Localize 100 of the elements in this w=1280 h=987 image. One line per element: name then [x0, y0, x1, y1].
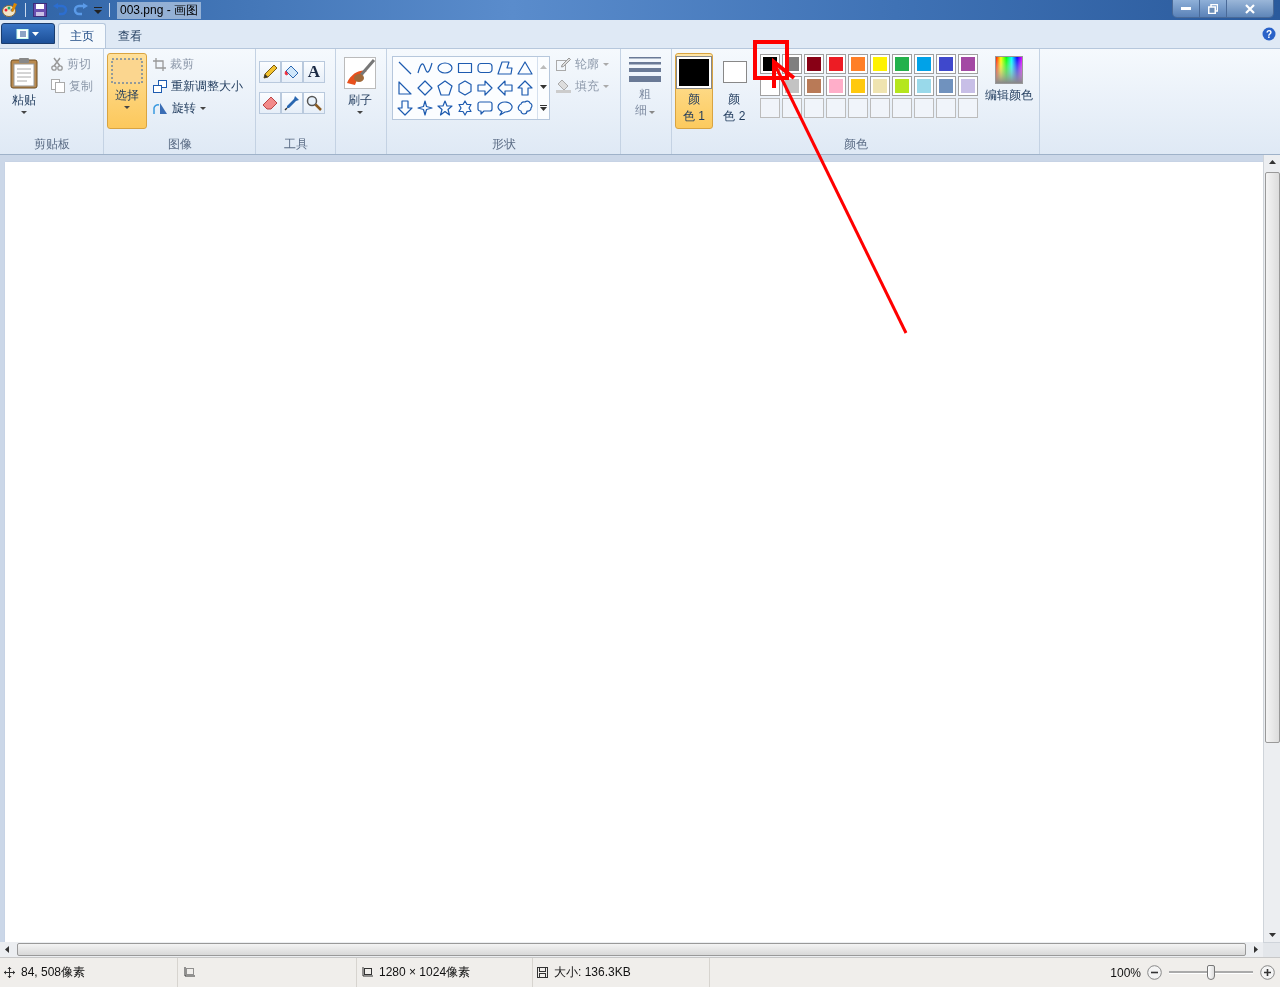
caret-icon: [200, 106, 206, 110]
eyedropper-icon: [284, 95, 300, 111]
polygon-icon[interactable]: [497, 60, 513, 76]
palette-color-swatch[interactable]: [870, 76, 890, 96]
scroll-down-icon[interactable]: [1268, 933, 1276, 937]
palette-color-swatch[interactable]: [958, 76, 978, 96]
cursor-position: 84, 508像素: [21, 964, 86, 981]
palette-color-swatch[interactable]: [892, 54, 912, 74]
speech-bubble-icon[interactable]: [477, 100, 493, 116]
custom-color-slot[interactable]: [936, 98, 956, 118]
horizontal-scrollbar[interactable]: [0, 942, 1263, 957]
selection-rectangle-icon: [111, 58, 143, 84]
fill-button[interactable]: [281, 61, 303, 83]
six-point-star-icon[interactable]: [457, 100, 473, 116]
caret-icon: [124, 106, 130, 109]
custom-color-slot[interactable]: [958, 98, 978, 118]
left-arrow-icon[interactable]: [497, 80, 513, 96]
color-spectrum-icon: [995, 56, 1023, 84]
ribbon-tab[interactable]: 主页: [58, 23, 106, 48]
up-arrow-icon[interactable]: [517, 80, 533, 96]
palette-color-swatch[interactable]: [826, 54, 846, 74]
image-size-icon: [361, 967, 373, 978]
pentagon-icon[interactable]: [437, 80, 453, 96]
text-button[interactable]: A: [303, 61, 325, 83]
select-button[interactable]: 选择: [107, 53, 147, 129]
save-icon: [537, 967, 548, 978]
restore-button[interactable]: [1200, 0, 1227, 17]
scissors-icon: [51, 57, 63, 71]
down-arrow-icon[interactable]: [397, 100, 413, 116]
minimize-icon: [1181, 6, 1191, 11]
window-title: 003.png - 画图: [117, 1, 202, 19]
custom-color-slot[interactable]: [760, 98, 780, 118]
custom-color-slot[interactable]: [848, 98, 868, 118]
crop-icon: [153, 57, 166, 71]
scroll-down-icon[interactable]: [540, 85, 547, 89]
customize-caret-icon[interactable]: [94, 6, 102, 14]
curve-icon[interactable]: [417, 60, 433, 76]
palette-color-swatch[interactable]: [870, 54, 890, 74]
hexagon-icon[interactable]: [457, 80, 473, 96]
rotate-button[interactable]: 旋转: [151, 98, 245, 118]
selection-size-icon: [183, 967, 195, 978]
file-menu-button[interactable]: [1, 23, 55, 44]
palette-color-swatch[interactable]: [958, 54, 978, 74]
custom-color-slot[interactable]: [826, 98, 846, 118]
cloud-callout-icon[interactable]: [517, 100, 533, 116]
palette-color-swatch[interactable]: [914, 76, 934, 96]
brushes-button[interactable]: 刷子: [339, 53, 381, 118]
rectangle-icon[interactable]: [457, 60, 473, 76]
triangle-icon[interactable]: [517, 60, 533, 76]
palette-color-swatch[interactable]: [804, 54, 824, 74]
paint-app-icon[interactable]: [2, 2, 18, 18]
custom-color-slot[interactable]: [804, 98, 824, 118]
zoom-in-icon[interactable]: [1260, 965, 1275, 980]
palette-color-swatch[interactable]: [848, 76, 868, 96]
oval-speech-bubble-icon[interactable]: [497, 100, 513, 116]
custom-color-slot[interactable]: [914, 98, 934, 118]
current-color-button[interactable]: 颜色 1: [675, 53, 713, 129]
eraser-button[interactable]: [259, 92, 281, 114]
caret-icon: [21, 111, 27, 114]
minimize-button[interactable]: [1173, 0, 1200, 17]
scroll-left-icon[interactable]: [5, 946, 9, 953]
right-triangle-icon[interactable]: [397, 80, 413, 96]
palette-color-swatch[interactable]: [848, 54, 868, 74]
scroll-up-icon[interactable]: [1268, 160, 1276, 164]
paint-bucket-icon: [556, 79, 571, 93]
expand-gallery-icon[interactable]: [540, 105, 547, 111]
palette-color-swatch[interactable]: [936, 76, 956, 96]
palette-color-swatch[interactable]: [804, 76, 824, 96]
paste-button[interactable]: 粘贴: [3, 53, 45, 118]
paintbrush-icon: [344, 57, 376, 89]
edit-colors-button[interactable]: 编辑颜色: [982, 53, 1036, 107]
palette-color-swatch[interactable]: [892, 76, 912, 96]
pencil-button[interactable]: [259, 61, 281, 83]
custom-color-slot[interactable]: [870, 98, 890, 118]
right-arrow-icon[interactable]: [477, 80, 493, 96]
palette-color-swatch[interactable]: [826, 76, 846, 96]
magnifier-button[interactable]: [303, 92, 325, 114]
four-point-star-icon[interactable]: [417, 100, 433, 116]
five-point-star-icon[interactable]: [437, 100, 453, 116]
color-picker-button[interactable]: [281, 92, 303, 114]
diamond-icon[interactable]: [417, 80, 433, 96]
close-icon: [1245, 3, 1255, 14]
resize-button[interactable]: 重新调整大小: [151, 76, 245, 96]
scroll-right-icon[interactable]: [1254, 946, 1258, 953]
vertical-scrollbar[interactable]: [1263, 155, 1280, 942]
magnifier-icon: [306, 95, 322, 111]
current-color-button[interactable]: 颜色 2: [717, 53, 752, 129]
line-thickness-icon: [629, 57, 661, 83]
zoom-out-icon[interactable]: [1147, 965, 1162, 980]
pencil-icon: [556, 57, 571, 71]
ribbon-tab[interactable]: 查看: [106, 23, 154, 48]
close-button[interactable]: [1227, 0, 1273, 17]
copy-icon: [51, 79, 65, 93]
caret-icon: [357, 111, 363, 114]
help-icon[interactable]: ?: [1262, 27, 1276, 41]
custom-color-slot[interactable]: [892, 98, 912, 118]
palette-color-swatch[interactable]: [914, 54, 934, 74]
palette-color-swatch[interactable]: [936, 54, 956, 74]
save-icon[interactable]: [33, 3, 47, 17]
line-icon[interactable]: [397, 60, 413, 76]
